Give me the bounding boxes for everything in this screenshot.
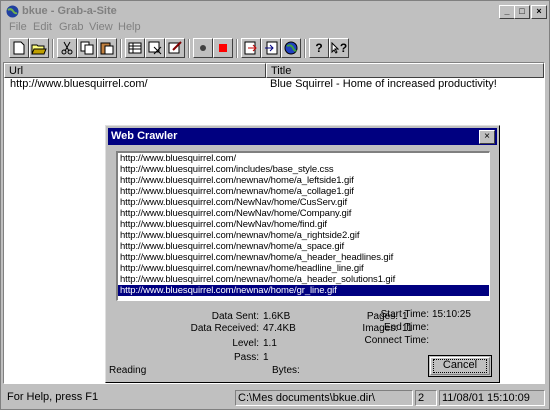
toolbar: ? ? — [3, 38, 547, 60]
status-datetime: 11/08/01 15:10:09 — [439, 390, 545, 406]
status-path: C:\Mes documents\bkue.dir\ — [235, 390, 413, 406]
context-help-icon — [331, 42, 339, 54]
cancel-button[interactable]: Cancel — [428, 355, 492, 377]
app-globe-icon — [6, 5, 19, 18]
web-crawler-dialog: Web Crawler × http://www.bluesquirrel.co… — [105, 125, 500, 383]
grid-button[interactable] — [125, 38, 145, 58]
menu-view[interactable]: View — [89, 21, 113, 33]
level-value: 1.1 — [263, 338, 277, 349]
column-header-title[interactable]: Title — [266, 63, 544, 78]
help-icon: ? — [315, 41, 323, 55]
paste-button[interactable] — [97, 38, 117, 58]
settings-icon — [168, 41, 182, 54]
close-button[interactable]: × — [531, 5, 547, 19]
dialog-title: Web Crawler — [111, 130, 178, 142]
reading-label: Reading — [109, 365, 147, 376]
crawled-url-item[interactable]: http://www.bluesquirrel.com/newnav/home/… — [118, 175, 489, 186]
status-count: 2 — [415, 390, 437, 406]
pass-label: Pass: — [233, 352, 259, 363]
toolbar-separator — [304, 39, 306, 58]
stop-button[interactable] — [213, 38, 233, 58]
import-icon — [265, 41, 278, 55]
list-item-title[interactable]: Blue Squirrel - Home of increased produc… — [270, 78, 497, 90]
status-help-text: For Help, press F1 — [7, 391, 99, 403]
cut-icon — [61, 41, 73, 55]
paste-icon — [100, 42, 114, 55]
open-icon — [31, 44, 47, 54]
dialog-close-button[interactable]: × — [479, 130, 495, 144]
record-button[interactable] — [193, 38, 213, 58]
data-received-label: Data Received: — [190, 323, 259, 334]
end-time-label: End Time: — [383, 322, 429, 333]
level-label: Level: — [232, 338, 259, 349]
menu-edit[interactable]: Edit — [33, 21, 52, 33]
record-icon — [200, 45, 206, 51]
context-help-button[interactable]: ? — [329, 38, 349, 58]
minimize-button[interactable]: _ — [499, 5, 515, 19]
crawled-url-item[interactable]: http://www.bluesquirrel.com/newnav/home/… — [118, 285, 489, 296]
globe-button[interactable] — [281, 38, 301, 58]
column-header-url[interactable]: Url — [4, 63, 266, 78]
help-button[interactable]: ? — [309, 38, 329, 58]
crawled-url-item[interactable]: http://www.bluesquirrel.com/newnav/home/… — [118, 241, 489, 252]
settings-button[interactable] — [165, 38, 185, 58]
main-window: bkue - Grab-a-Site _ □ × File Edit Grab … — [0, 0, 550, 410]
menu-grab[interactable]: Grab — [59, 21, 83, 33]
new-icon — [13, 41, 25, 55]
close-icon: × — [536, 6, 542, 16]
close-icon: × — [484, 131, 490, 142]
crawled-url-item[interactable]: http://www.bluesquirrel.com/NewNav/home/… — [118, 197, 489, 208]
minimize-icon: _ — [504, 6, 510, 16]
new-button[interactable] — [9, 38, 29, 58]
open-button[interactable] — [29, 38, 49, 58]
maximize-button[interactable]: □ — [514, 5, 530, 19]
crawled-url-item[interactable]: http://www.bluesquirrel.com/NewNav/home/… — [118, 208, 489, 219]
toolbar-separator — [120, 39, 122, 58]
export-icon — [244, 41, 257, 55]
crawled-url-list[interactable]: http://www.bluesquirrel.com/http://www.b… — [116, 151, 490, 301]
crawled-url-item[interactable]: http://www.bluesquirrel.com/newnav/home/… — [118, 186, 489, 197]
title-bar[interactable]: bkue - Grab-a-Site _ □ × — [3, 3, 547, 20]
stop-icon — [219, 44, 227, 52]
toolbar-separator — [188, 39, 190, 58]
import-button[interactable] — [261, 38, 281, 58]
window-title: bkue - Grab-a-Site — [22, 5, 117, 17]
crawled-url-item[interactable]: http://www.bluesquirrel.com/includes/bas… — [118, 164, 489, 175]
crawled-url-item[interactable]: http://www.bluesquirrel.com/newnav/home/… — [118, 263, 489, 274]
cut-button[interactable] — [57, 38, 77, 58]
cancel-label: Cancel — [442, 359, 478, 371]
pass-value: 1 — [263, 352, 269, 363]
dialog-title-bar[interactable]: Web Crawler × — [108, 128, 497, 145]
crawled-url-item[interactable]: http://www.bluesquirrel.com/NewNav/home/… — [118, 219, 489, 230]
grid-icon — [128, 42, 142, 54]
status-bar: For Help, press F1 C:\Mes documents\bkue… — [3, 390, 547, 408]
crawled-url-item[interactable]: http://www.bluesquirrel.com/newnav/home/… — [118, 274, 489, 285]
crawled-url-item[interactable]: http://www.bluesquirrel.com/newnav/home/… — [118, 252, 489, 263]
toolbar-separator — [236, 39, 238, 58]
menu-file[interactable]: File — [9, 21, 27, 33]
maximize-icon: □ — [519, 6, 525, 16]
globe-icon — [284, 41, 298, 55]
filter-icon — [148, 41, 162, 55]
context-help-question: ? — [339, 41, 348, 55]
filter-button[interactable] — [145, 38, 165, 58]
connect-time-label: Connect Time: — [364, 335, 429, 346]
start-time-value: 15:10:25 — [432, 309, 471, 320]
data-received-value: 47.4KB — [263, 323, 296, 334]
export-button[interactable] — [241, 38, 261, 58]
menu-help[interactable]: Help — [118, 21, 141, 33]
copy-icon — [80, 41, 94, 55]
toolbar-separator — [52, 39, 54, 58]
menu-bar: File Edit Grab View Help — [3, 20, 547, 36]
copy-button[interactable] — [77, 38, 97, 58]
list-item-url[interactable]: http://www.bluesquirrel.com/ — [10, 78, 148, 90]
crawled-url-item[interactable]: http://www.bluesquirrel.com/newnav/home/… — [118, 230, 489, 241]
bytes-label: Bytes: — [272, 365, 300, 376]
data-sent-label: Data Sent: — [211, 311, 259, 322]
crawled-url-item[interactable]: http://www.bluesquirrel.com/ — [118, 153, 489, 164]
start-time-label: Start Time: — [380, 309, 429, 320]
data-sent-value: 1.6KB — [263, 311, 291, 322]
